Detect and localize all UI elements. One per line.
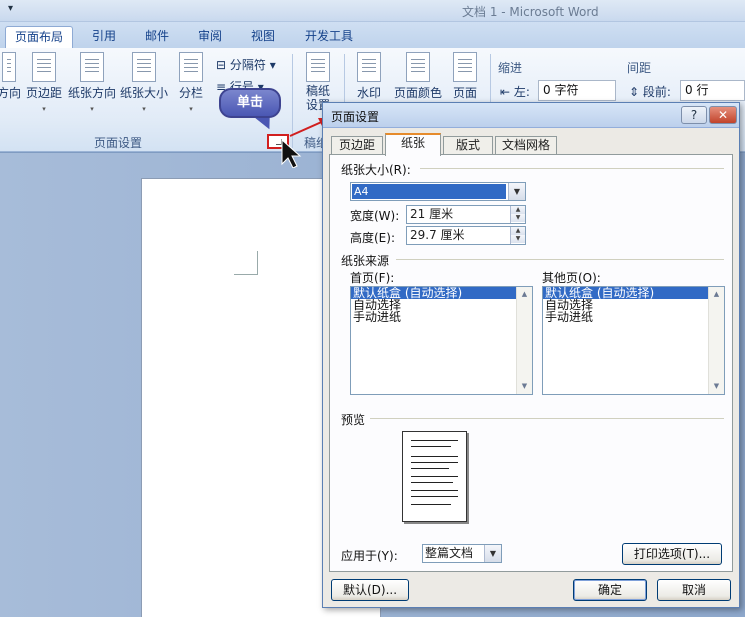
- dialog-title: 页面设置: [331, 110, 380, 124]
- apply-to-label: 应用于(Y):: [341, 549, 398, 563]
- spacing-before-icon: ⇕: [629, 85, 640, 99]
- group-separator: [396, 259, 724, 260]
- page-setup-dialog: 页面设置 ? ✕ 页边距 纸张 版式 文档网格 纸张大小(R): A4 ▼ 宽度…: [322, 102, 740, 608]
- spin-up-icon[interactable]: ▲: [511, 227, 525, 235]
- tab-mailings[interactable]: 邮件: [137, 26, 177, 48]
- indent-left-input[interactable]: 0 字符: [538, 80, 616, 101]
- orientation-icon: [2, 52, 16, 82]
- paper-size-label: 纸张大小(R):: [341, 163, 411, 177]
- list-item[interactable]: 手动进纸: [543, 311, 724, 323]
- width-spinner[interactable]: 21 厘米 ▲ ▼: [406, 205, 526, 224]
- indent-left-icon: ⇤: [500, 85, 511, 99]
- other-pages-tray-list[interactable]: 默认纸盒 (自动选择) 自动选择 手动进纸 ▲ ▼: [542, 286, 725, 395]
- spacing-label: 间距: [627, 61, 652, 75]
- tab-review[interactable]: 审阅: [190, 26, 230, 48]
- spacing-before-input[interactable]: 0 行: [680, 80, 745, 101]
- breaks-button[interactable]: ⊟ 分隔符 ▾: [216, 56, 276, 73]
- other-pages-label: 其他页(O):: [542, 271, 601, 285]
- close-button[interactable]: ✕: [709, 106, 737, 124]
- dialog-title-bar: 页面设置 ? ✕: [323, 103, 739, 128]
- width-label: 宽度(W):: [350, 209, 400, 223]
- print-options-button[interactable]: 打印选项(T)...: [622, 543, 722, 565]
- breaks-icon: ⊟: [216, 58, 227, 72]
- orientation-button[interactable]: 方向: [0, 52, 24, 101]
- tab-document-grid[interactable]: 文档网格: [495, 136, 557, 155]
- tab-page-layout[interactable]: 页面布局: [5, 26, 73, 48]
- ribbon-tab-bar: 页面布局 引用 邮件 审阅 视图 开发工具: [0, 22, 745, 48]
- spacing-before-label: ⇕ 段前:: [629, 85, 671, 99]
- paper-size-button[interactable]: 纸张大小 ▾: [119, 52, 169, 113]
- height-spin-buttons[interactable]: ▲ ▼: [510, 227, 525, 244]
- spin-down-icon[interactable]: ▼: [511, 235, 525, 243]
- ok-button[interactable]: 确定: [573, 579, 647, 601]
- tab-view[interactable]: 视图: [243, 26, 283, 48]
- default-button[interactable]: 默认(D)...: [331, 579, 409, 601]
- tab-layout[interactable]: 版式: [443, 136, 493, 155]
- apply-to-value: 整篇文档: [425, 546, 474, 560]
- page-borders-icon: [453, 52, 477, 82]
- paper-size-selected: A4: [352, 184, 506, 199]
- paper-source-label: 纸张来源: [341, 254, 390, 268]
- chevron-down-icon[interactable]: ▼: [484, 545, 501, 562]
- scrollbar[interactable]: ▲ ▼: [708, 287, 724, 394]
- margins-icon: [32, 52, 56, 82]
- page-setup-group-label: 页面设置: [94, 136, 143, 150]
- quick-access-dropdown-icon[interactable]: ▾: [8, 3, 13, 14]
- paper-orientation-icon: [80, 52, 104, 82]
- tab-developer[interactable]: 开发工具: [298, 26, 360, 48]
- list-item[interactable]: 手动进纸: [351, 311, 532, 323]
- height-label: 高度(E):: [350, 231, 395, 245]
- group-separator: [370, 418, 724, 419]
- scroll-up-icon[interactable]: ▲: [709, 287, 724, 302]
- height-value: 29.7 厘米: [410, 228, 465, 242]
- tab-margins[interactable]: 页边距: [331, 136, 383, 155]
- paper-tab-panel: 纸张大小(R): A4 ▼ 宽度(W): 21 厘米 ▲ ▼ 高度(E): 29.…: [329, 154, 733, 572]
- preview-page-thumbnail: [402, 431, 467, 522]
- scroll-up-icon[interactable]: ▲: [517, 287, 532, 302]
- tab-paper[interactable]: 纸张: [385, 133, 441, 156]
- margin-corner-mark: [234, 251, 258, 275]
- apply-to-select[interactable]: 整篇文档 ▼: [422, 544, 502, 563]
- height-spinner[interactable]: 29.7 厘米 ▲ ▼: [406, 226, 526, 245]
- chevron-down-icon[interactable]: ▼: [508, 183, 525, 200]
- scrollbar[interactable]: ▲ ▼: [516, 287, 532, 394]
- group-separator: [420, 168, 724, 169]
- paper-size-select[interactable]: A4 ▼: [350, 182, 526, 201]
- watermark-button[interactable]: 水印: [352, 52, 386, 101]
- paper-size-icon: [132, 52, 156, 82]
- manuscript-icon: [306, 52, 330, 82]
- window-title: 文档 1 - Microsoft Word: [462, 5, 599, 19]
- page-borders-button[interactable]: 页面: [450, 52, 480, 101]
- width-value: 21 厘米: [410, 207, 454, 221]
- columns-button[interactable]: 分栏 ▾: [176, 52, 206, 113]
- preview-label: 预览: [341, 413, 366, 427]
- page-color-button[interactable]: 页面颜色: [392, 52, 444, 101]
- paper-orientation-button[interactable]: 纸张方向 ▾: [67, 52, 117, 113]
- columns-icon: [179, 52, 203, 82]
- tab-references[interactable]: 引用: [84, 26, 124, 48]
- indent-label: 缩进: [498, 61, 523, 75]
- spin-up-icon[interactable]: ▲: [511, 206, 525, 214]
- title-bar: ▾ 文档 1 - Microsoft Word: [0, 0, 745, 22]
- first-page-label: 首页(F):: [350, 271, 395, 285]
- help-button[interactable]: ?: [681, 106, 707, 124]
- spin-down-icon[interactable]: ▼: [511, 214, 525, 222]
- indent-left-label: ⇤ 左:: [500, 85, 530, 99]
- cancel-button[interactable]: 取消: [657, 579, 731, 601]
- scroll-down-icon[interactable]: ▼: [517, 379, 532, 394]
- first-page-tray-list[interactable]: 默认纸盒 (自动选择) 自动选择 手动进纸 ▲ ▼: [350, 286, 533, 395]
- page-color-icon: [406, 52, 430, 82]
- scroll-down-icon[interactable]: ▼: [709, 379, 724, 394]
- watermark-icon: [357, 52, 381, 82]
- margins-button[interactable]: 页边距 ▾: [24, 52, 64, 113]
- width-spin-buttons[interactable]: ▲ ▼: [510, 206, 525, 223]
